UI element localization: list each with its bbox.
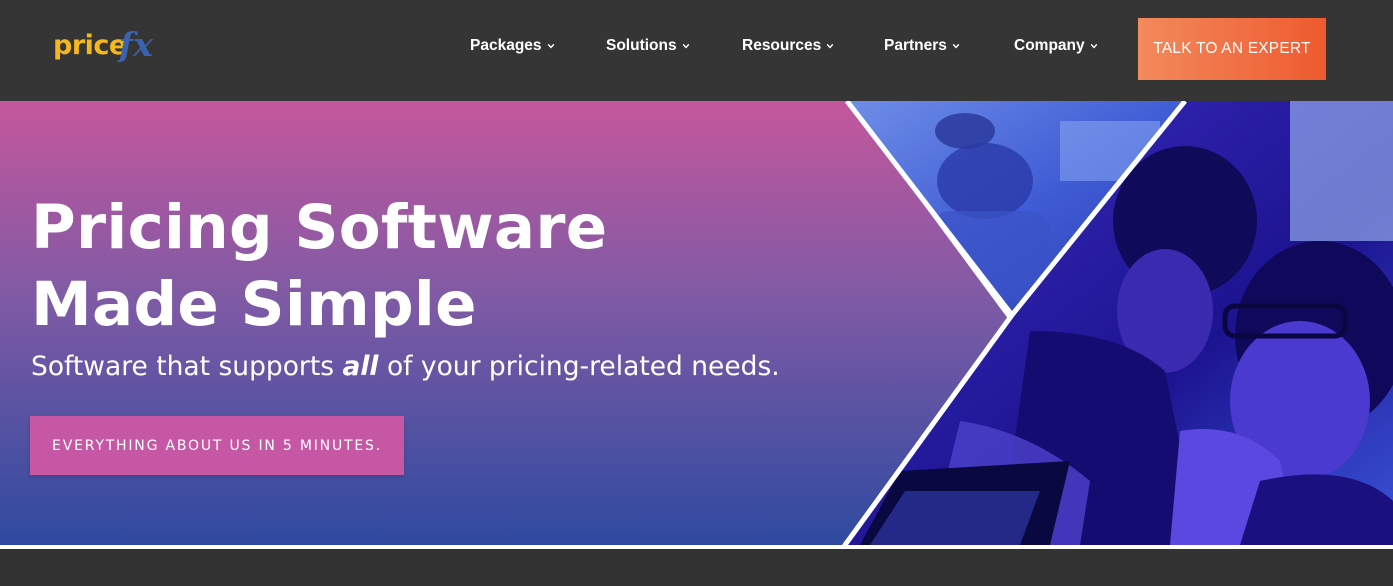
hero-title: Pricing Software Made Simple [31, 192, 608, 340]
logo-price-text: price [53, 30, 127, 61]
nav-label: Company [1014, 37, 1085, 54]
about-us-video-button[interactable]: EVERYTHING ABOUT US IN 5 MINUTES. [30, 416, 404, 475]
chevron-down-icon [682, 43, 689, 49]
chevron-down-icon [952, 43, 960, 49]
subtitle-text-end: of your pricing-related needs. [378, 351, 780, 382]
nav-label: Resources [742, 37, 822, 54]
chevron-down-icon [826, 43, 834, 49]
nav-solutions[interactable]: Solutions [606, 37, 690, 55]
site-header: price fx Packages Solutions Resources Pa… [0, 0, 1393, 101]
next-section-band [0, 549, 1393, 586]
logo-fx-text: fx [119, 25, 153, 64]
chevron-down-icon [547, 43, 554, 49]
nav-packages[interactable]: Packages [470, 37, 555, 55]
subtitle-text: Software that supports [31, 351, 343, 382]
subtitle-emphasis: all [342, 351, 379, 382]
nav-label: Solutions [606, 37, 677, 54]
talk-to-expert-button[interactable]: TALK TO AN EXPERT [1138, 18, 1326, 80]
nav-label: Partners [884, 37, 947, 54]
nav-resources[interactable]: Resources [742, 37, 834, 55]
chevron-down-icon [1090, 43, 1097, 49]
nav-label: Packages [470, 37, 542, 54]
nav-company[interactable]: Company [1014, 37, 1098, 55]
hero-subtitle: Software that supports all of your prici… [31, 351, 780, 382]
hero-section: Pricing Software Made Simple Software th… [0, 101, 1393, 545]
nav-partners[interactable]: Partners [884, 37, 960, 55]
